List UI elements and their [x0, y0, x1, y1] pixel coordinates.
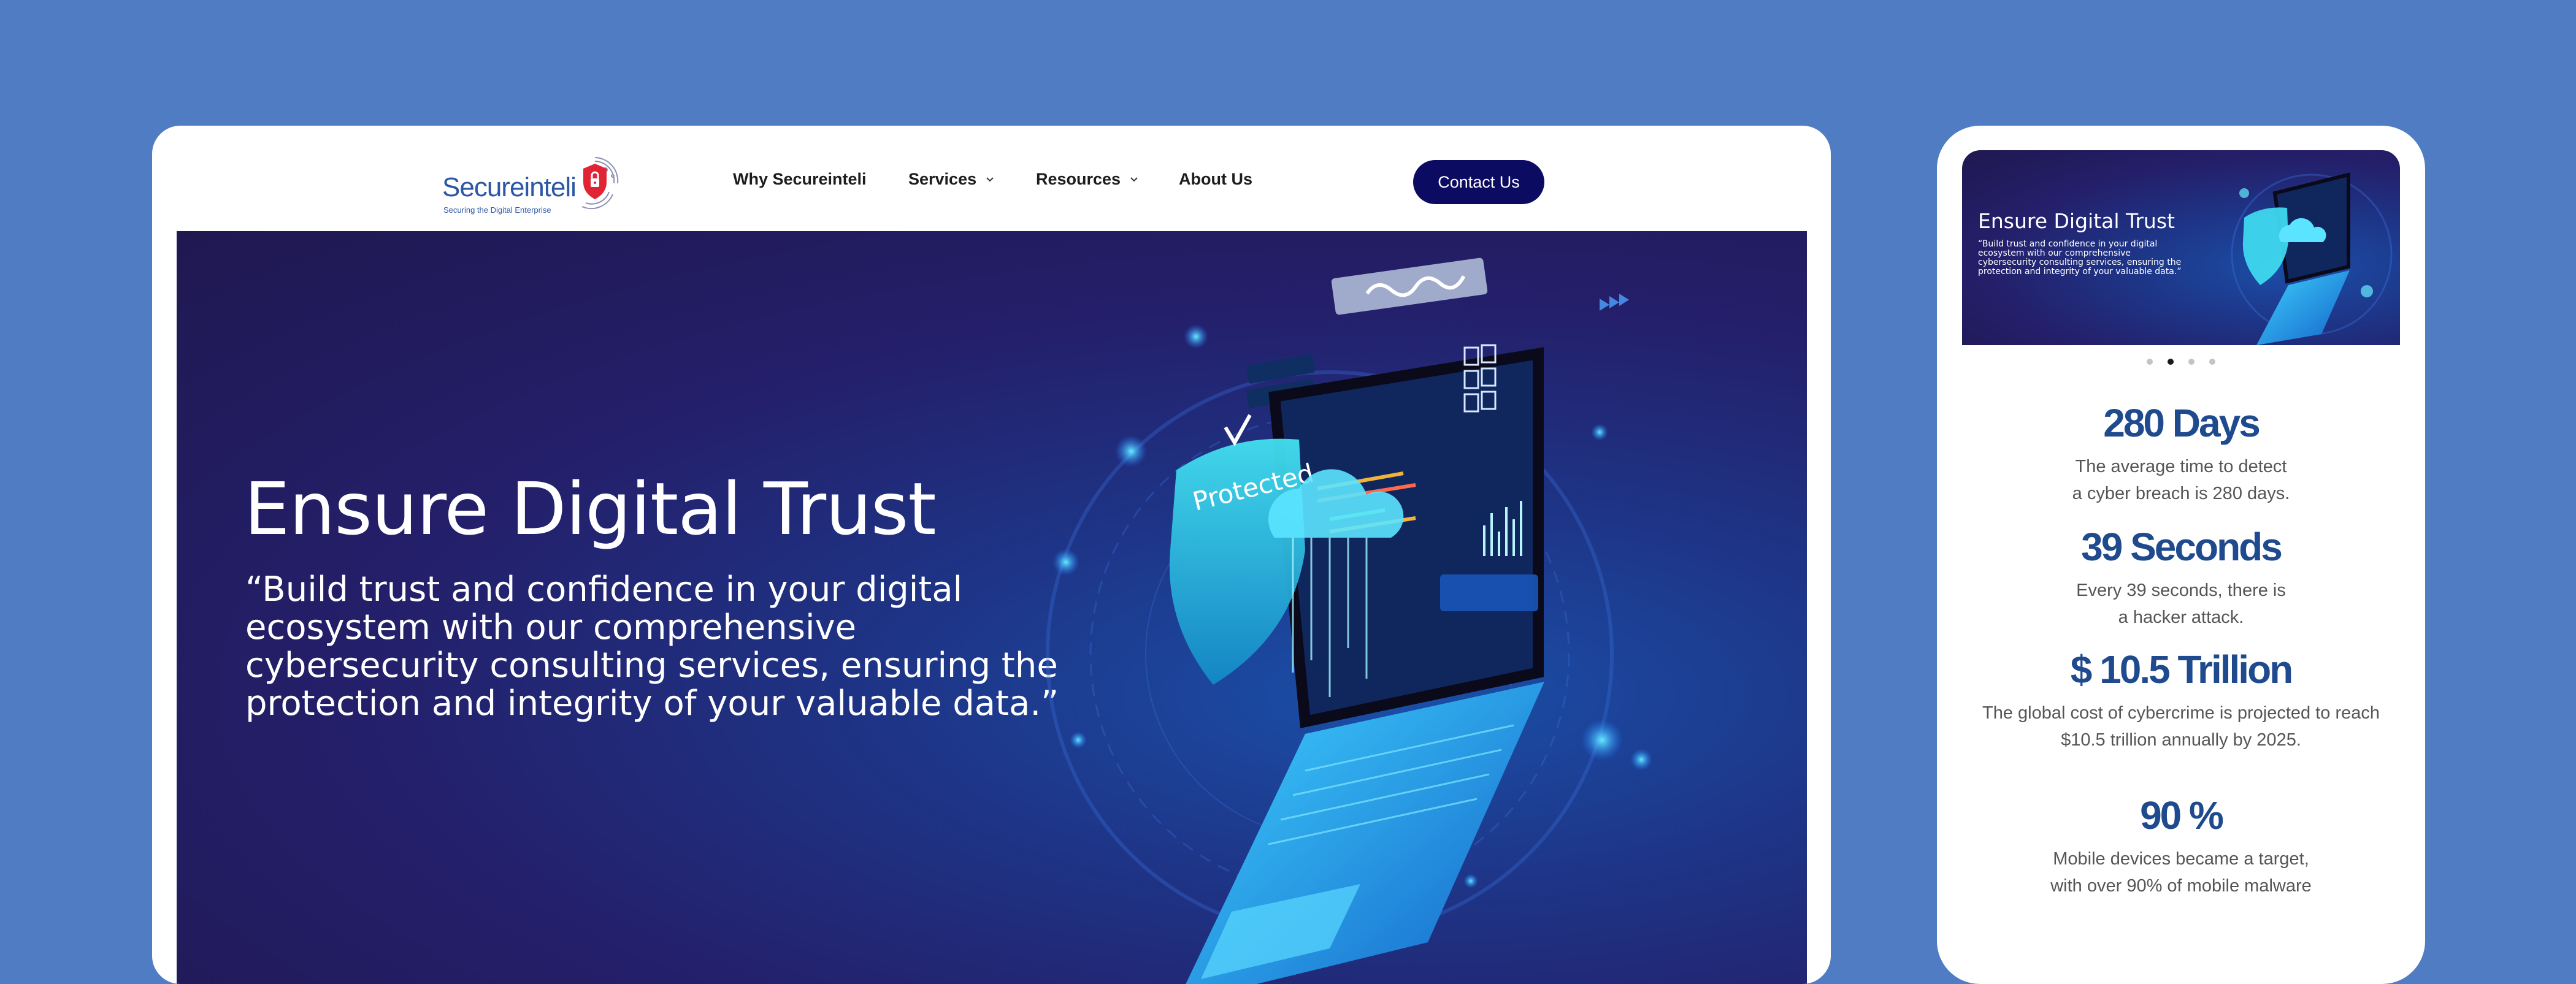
- stat-block: 90 % Mobile devices became a target, wit…: [1937, 793, 2425, 899]
- carousel-dot[interactable]: [2209, 359, 2215, 365]
- logo-tagline: Securing the Digital Enterprise: [443, 205, 551, 215]
- laptop-security-illustration: [2231, 172, 2393, 345]
- nav-resources-label: Resources: [1036, 170, 1121, 188]
- shield-lock-icon: [581, 157, 619, 210]
- stat-description: The global cost of cybercrime is project…: [1982, 703, 2380, 750]
- nav-about-us-label: About Us: [1179, 170, 1252, 188]
- mobile-mockup: Ensure Digital Trust “Build trust and co…: [1937, 126, 2425, 984]
- stat-value: $ 10.5 Trillion: [2070, 647, 2294, 692]
- stat-value: 90 %: [2140, 793, 2224, 837]
- stat-block: 280 Days The average time to detect a cy…: [1937, 400, 2425, 507]
- contact-us-button[interactable]: Contact Us: [1413, 160, 1544, 204]
- hero-quote: “Build trust and confidence in your digi…: [245, 570, 1059, 723]
- top-navigation: Secureinteli Securing the Digital Enterp…: [152, 126, 1831, 231]
- nav-services[interactable]: Services: [908, 170, 995, 189]
- stat-value: 280 Days: [2103, 401, 2261, 445]
- nav-resources[interactable]: Resources: [1036, 170, 1139, 189]
- mobile-hero-banner[interactable]: Ensure Digital Trust “Build trust and co…: [1962, 150, 2400, 345]
- site-logo[interactable]: Secureinteli Securing the Digital Enterp…: [442, 155, 620, 215]
- logo-wordmark: Secureinteli: [442, 172, 577, 202]
- mobile-hero-title: Ensure Digital Trust: [1978, 209, 2175, 233]
- nav-about-us[interactable]: About Us: [1179, 170, 1252, 189]
- carousel-dots: [1937, 359, 2425, 365]
- chevron-down-icon: [1130, 177, 1138, 181]
- stat-block: 39 Seconds Every 39 seconds, there is a …: [1937, 524, 2425, 631]
- hero-title: Ensure Digital Trust: [244, 467, 937, 551]
- stat-description: Mobile devices became a target, with ove…: [2050, 849, 2312, 896]
- nav-why-secureinteli-label: Why Secureinteli: [733, 170, 867, 188]
- carousel-dot[interactable]: [2147, 359, 2153, 365]
- desktop-mockup: Secureinteli Securing the Digital Enterp…: [152, 126, 1831, 984]
- laptop-security-illustration: Protected: [1046, 257, 1652, 984]
- chevron-down-icon: [986, 177, 994, 181]
- stat-block: $ 10.5 Trillion The global cost of cyber…: [1937, 647, 2425, 753]
- mobile-hero-quote: “Build trust and confidence in your digi…: [1978, 239, 2182, 277]
- carousel-dot-active[interactable]: [2168, 359, 2174, 365]
- nav-why-secureinteli[interactable]: Why Secureinteli: [733, 170, 867, 189]
- stat-value: 39 Seconds: [2081, 525, 2283, 569]
- stat-description: Every 39 seconds, there is a hacker atta…: [2076, 581, 2286, 627]
- hero-banner: Ensure Digital Trust “Build trust and co…: [177, 231, 1807, 984]
- carousel-dot[interactable]: [2188, 359, 2195, 365]
- nav-services-label: Services: [908, 170, 977, 188]
- stat-description: The average time to detect a cyber breac…: [2072, 457, 2290, 503]
